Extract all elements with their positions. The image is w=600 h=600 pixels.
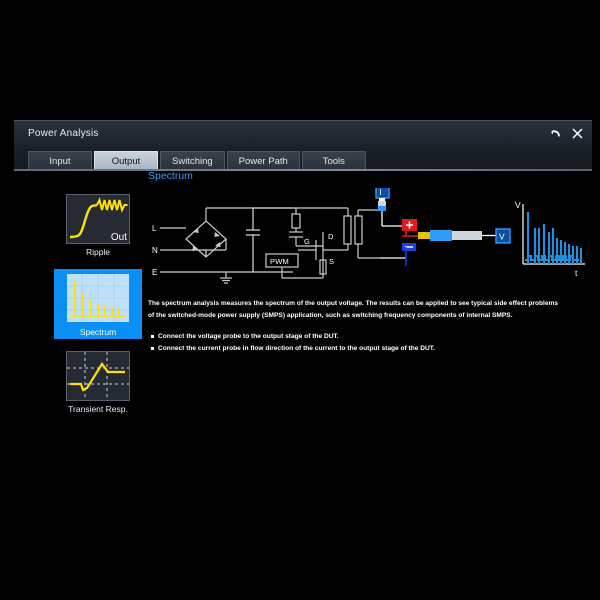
- window-titlebar: Power Analysis: [14, 120, 592, 148]
- ripple-out-badge: Out: [110, 232, 127, 243]
- label-gate: G: [304, 237, 310, 246]
- plot-y-label: V: [515, 200, 521, 210]
- transient-thumbnail: [66, 351, 130, 401]
- titlebar-buttons: [546, 124, 586, 143]
- label-line-E: E: [152, 268, 157, 277]
- svg-text:I: I: [379, 188, 381, 197]
- instruction-text: Connect the current probe in flow direct…: [158, 345, 435, 352]
- voltage-probe: V: [418, 228, 511, 244]
- sidebar-item-spectrum-label: Spectrum: [79, 327, 117, 337]
- plot-x-label: t: [575, 268, 578, 278]
- svg-text:V: V: [499, 232, 505, 242]
- instruction-list: Connect the voltage probe to the output …: [148, 331, 588, 355]
- current-probe: I: [375, 188, 390, 206]
- ripple-thumbnail: Out: [66, 194, 130, 244]
- tab-input[interactable]: Input: [28, 151, 92, 170]
- sidebar-item-spectrum[interactable]: Spectrum: [54, 269, 142, 339]
- detail-pane: Spectrum L N E D G S PWM I V V t The spe…: [148, 170, 588, 355]
- output-spectrum-plot: V t: [515, 200, 585, 278]
- label-line-L: L: [152, 224, 157, 233]
- sidebar-item-transient-resp-label: Transient Resp.: [68, 404, 128, 414]
- bullet-dot-icon: [151, 347, 154, 350]
- label-pwm: PWM: [270, 257, 289, 266]
- tab-switching[interactable]: Switching: [160, 151, 225, 170]
- label-line-N: N: [152, 246, 158, 255]
- sidebar-item-transient-resp[interactable]: Transient Resp.: [58, 351, 138, 414]
- tab-output[interactable]: Output: [94, 151, 158, 170]
- label-source: S: [329, 257, 334, 266]
- screen: Power Analysis Input Output Switching Po…: [0, 0, 600, 600]
- label-drain: D: [328, 232, 334, 241]
- window-title: Power Analysis: [28, 128, 99, 139]
- circuit-diagram: L N E D G S PWM I V V t: [148, 188, 588, 296]
- close-icon[interactable]: [568, 124, 586, 143]
- list-item: Connect the voltage probe to the output …: [148, 331, 588, 343]
- tab-tools[interactable]: Tools: [301, 151, 366, 170]
- page-title: Spectrum: [148, 170, 193, 182]
- spectrum-thumbnail: [66, 273, 130, 323]
- content-area: Out Ripple Spectrum Transient Resp. Spec…: [0, 170, 600, 430]
- list-item: Connect the current probe in flow direct…: [148, 343, 588, 355]
- sidebar-item-ripple-label: Ripple: [85, 247, 111, 257]
- description-text: The spectrum analysis measures the spect…: [148, 300, 559, 319]
- undo-icon[interactable]: [546, 124, 564, 143]
- tab-power-path[interactable]: Power Path: [226, 151, 300, 170]
- sidebar-item-ripple[interactable]: Out Ripple: [58, 194, 138, 257]
- instruction-text: Connect the voltage probe to the output …: [158, 333, 339, 340]
- bullet-dot-icon: [151, 335, 154, 338]
- tab-bar: Input Output Switching Power Path Tools: [14, 147, 592, 170]
- measurement-sidebar: Out Ripple Spectrum Transient Resp.: [54, 194, 142, 426]
